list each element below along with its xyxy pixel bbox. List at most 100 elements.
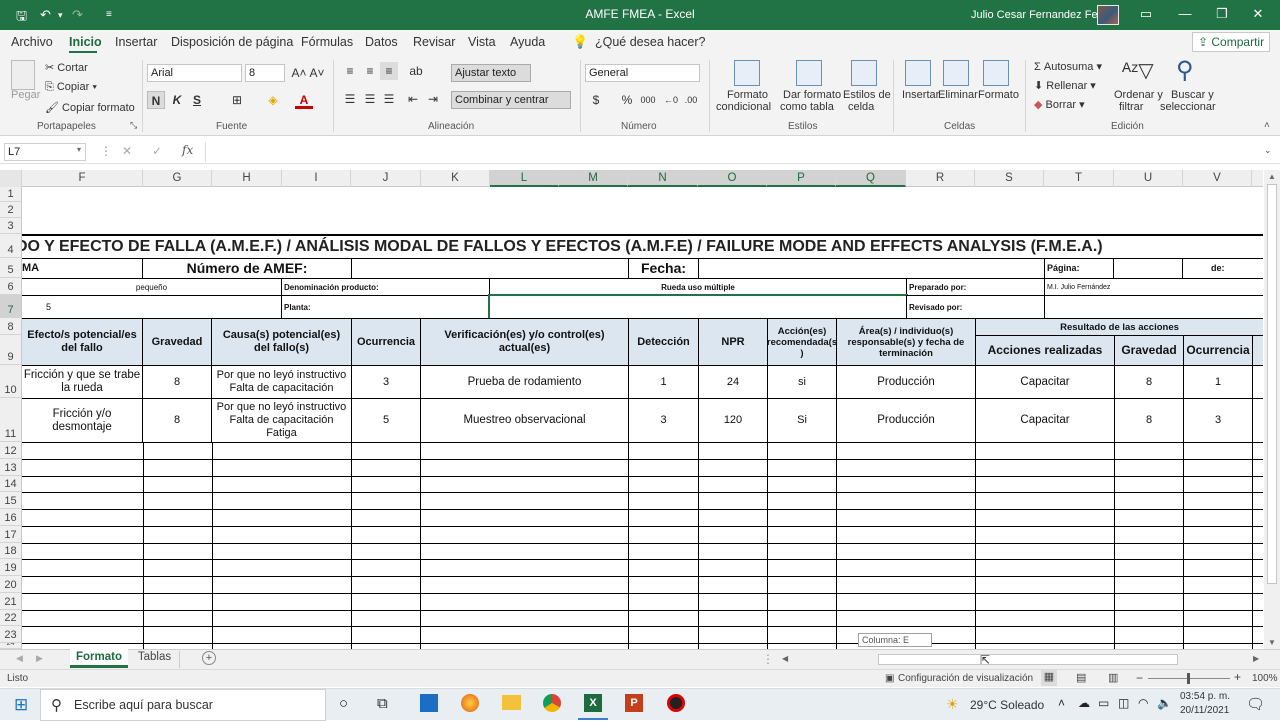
chrome-icon[interactable] xyxy=(543,694,561,712)
cell-partial[interactable] xyxy=(1252,398,1263,443)
cell-action-1[interactable]: si xyxy=(767,365,837,399)
header-severity[interactable]: Gravedad xyxy=(142,318,212,366)
conditional-format-icon[interactable] xyxy=(734,60,760,86)
row-header[interactable]: 15 xyxy=(0,492,21,509)
column-header[interactable]: V xyxy=(1183,170,1252,187)
insert-cells-button[interactable]: Insertar xyxy=(902,89,939,101)
find-select-button[interactable]: Buscar y xyxy=(1171,89,1214,101)
column-header[interactable]: F xyxy=(22,170,143,187)
row-header[interactable]: 19 xyxy=(0,559,21,576)
align-left-icon[interactable]: ☰ xyxy=(341,90,359,108)
row-header[interactable]: 6 xyxy=(0,278,21,295)
header-occurrence[interactable]: Ocurrencia xyxy=(351,318,421,366)
tab-ayuda[interactable]: Ayuda xyxy=(510,35,545,49)
vertical-scrollbar[interactable]: ▲ ▼ xyxy=(1264,170,1280,650)
tab-disposicion[interactable]: Disposición de página xyxy=(171,35,293,49)
excel-icon[interactable]: X xyxy=(584,694,602,712)
column-header[interactable]: G xyxy=(143,170,212,187)
increase-decimal-icon[interactable]: ←0 xyxy=(662,91,680,109)
task-view-icon[interactable]: ⧉ xyxy=(377,695,388,712)
scroll-left-icon[interactable]: ◀ xyxy=(782,654,788,663)
column-header[interactable]: S xyxy=(975,170,1044,187)
normal-view-icon[interactable]: ▦ xyxy=(1041,670,1057,686)
volume-icon[interactable]: 🔈 xyxy=(1157,696,1172,710)
cell-date-label[interactable]: Fecha: xyxy=(628,258,699,279)
cell-occurrence-2[interactable]: 5 xyxy=(351,398,421,443)
align-bottom-icon[interactable]: ≡ xyxy=(380,62,398,80)
prev-sheet-icon[interactable]: ◀ xyxy=(16,653,23,664)
delete-cells-icon[interactable] xyxy=(943,60,969,86)
font-name-box[interactable]: Arial xyxy=(147,64,242,82)
collapse-ribbon-icon[interactable]: ˄ xyxy=(1264,120,1270,131)
cell-action-2[interactable]: Si xyxy=(767,398,837,443)
row-header[interactable]: 14 xyxy=(0,476,21,492)
zoom-out-icon[interactable]: − xyxy=(1136,671,1143,685)
show-hidden-icons[interactable]: ˄ xyxy=(1058,696,1065,710)
header-effects[interactable]: Efecto/s potencial/es del fallo xyxy=(22,318,143,366)
cell-product-value[interactable]: Rueda uso múltiple xyxy=(489,278,907,296)
format-table-button[interactable]: Dar formato xyxy=(783,89,841,101)
row-header[interactable]: 20 xyxy=(0,576,21,593)
row-header[interactable]: 16 xyxy=(0,509,21,526)
scroll-up-icon[interactable]: ▲ xyxy=(1268,172,1276,181)
worksheet-grid[interactable]: DO Y EFECTO DE FALLA (A.M.E.F.) / ANÁLIS… xyxy=(22,187,1263,649)
cell-prepared-value[interactable]: M.I. Julio Fernández xyxy=(1044,278,1263,296)
column-header[interactable]: M xyxy=(559,170,628,187)
sheet-tab-formato[interactable]: Formato xyxy=(70,649,128,668)
shrink-font-icon[interactable]: A˅ xyxy=(308,64,326,82)
tab-datos[interactable]: Datos xyxy=(365,35,398,49)
expand-formula-icon[interactable]: ⌄ xyxy=(1264,145,1272,156)
sort-filter-button[interactable]: Ordenar y xyxy=(1114,89,1163,101)
cell-reviewed-label[interactable]: Revisado por: xyxy=(906,295,1045,319)
column-header[interactable]: K xyxy=(421,170,490,187)
row-header[interactable]: 3 xyxy=(0,218,21,234)
tab-insertar[interactable]: Insertar xyxy=(115,35,157,49)
cell-area-2[interactable]: Producción xyxy=(836,398,976,443)
column-header[interactable]: U xyxy=(1114,170,1183,187)
function-icon[interactable]: fx xyxy=(182,143,193,157)
fill-button[interactable]: ⬇ Rellenar ▾ xyxy=(1034,79,1096,92)
cell-cause-2[interactable]: Por que no leyó instructivo Falta de cap… xyxy=(211,398,352,443)
wrap-text-button[interactable]: Ajustar texto xyxy=(451,64,531,82)
row-header[interactable]: 10 xyxy=(0,365,21,398)
align-right-icon[interactable]: ☰ xyxy=(380,90,398,108)
cell-detection-2[interactable]: 3 xyxy=(628,398,699,443)
wifi-icon[interactable]: ◠ xyxy=(1138,696,1148,710)
align-center-icon[interactable]: ☰ xyxy=(361,90,379,108)
cell-area-1[interactable]: Producción xyxy=(836,365,976,399)
orientation-icon[interactable]: ab xyxy=(407,62,425,80)
number-format-box[interactable]: General xyxy=(585,64,700,82)
cell-effect-1[interactable]: Fricción y que se trabe la rueda xyxy=(22,365,143,399)
row-header[interactable]: 1 xyxy=(0,187,21,202)
name-box[interactable]: L7 xyxy=(4,143,86,161)
cell-number[interactable]: 5 xyxy=(22,295,282,319)
avatar[interactable] xyxy=(1097,5,1119,25)
format-cells-button[interactable]: Formato xyxy=(978,89,1019,101)
clipboard-launcher-icon[interactable]: ⤡ xyxy=(130,120,137,131)
font-color-icon[interactable]: A xyxy=(295,91,313,109)
align-top-icon[interactable]: ≡ xyxy=(341,62,359,80)
cell-verification-1[interactable]: Prueba de rodamiento xyxy=(420,365,629,399)
header-results[interactable]: Resultado de las acciones xyxy=(975,318,1263,336)
user-name[interactable]: Julio Cesar Fernandez Felix xyxy=(971,9,1108,21)
header-area[interactable]: Área(s) / individuo(s) responsable(s) y … xyxy=(836,318,976,366)
fill-color-icon[interactable]: ◈ xyxy=(264,91,282,109)
delete-cells-button[interactable]: Eliminar xyxy=(938,89,978,101)
autosum-button[interactable]: Σ Autosuma ▾ xyxy=(1034,60,1102,73)
restore-icon[interactable]: ❐ xyxy=(1212,6,1232,22)
cell-severity2-2[interactable]: 8 xyxy=(1114,398,1184,443)
column-header[interactable]: H xyxy=(212,170,282,187)
align-middle-icon[interactable]: ≡ xyxy=(361,62,379,80)
cell-severity-1[interactable]: 8 xyxy=(142,365,212,399)
column-header[interactable]: N xyxy=(628,170,698,187)
column-header[interactable]: R xyxy=(906,170,975,187)
row-header[interactable]: 8 xyxy=(0,318,21,335)
sheet-tab-tablas[interactable]: Tablas xyxy=(130,651,180,668)
cell-severity-2[interactable]: 8 xyxy=(142,398,212,443)
add-sheet-icon[interactable]: + xyxy=(202,651,216,665)
header-detection[interactable]: Detección xyxy=(628,318,699,366)
column-header[interactable]: T xyxy=(1044,170,1114,187)
row-header[interactable]: 7 xyxy=(0,295,21,318)
cell-ma[interactable]: MA xyxy=(22,258,143,279)
header-severity-2[interactable]: Gravedad xyxy=(1114,335,1184,366)
